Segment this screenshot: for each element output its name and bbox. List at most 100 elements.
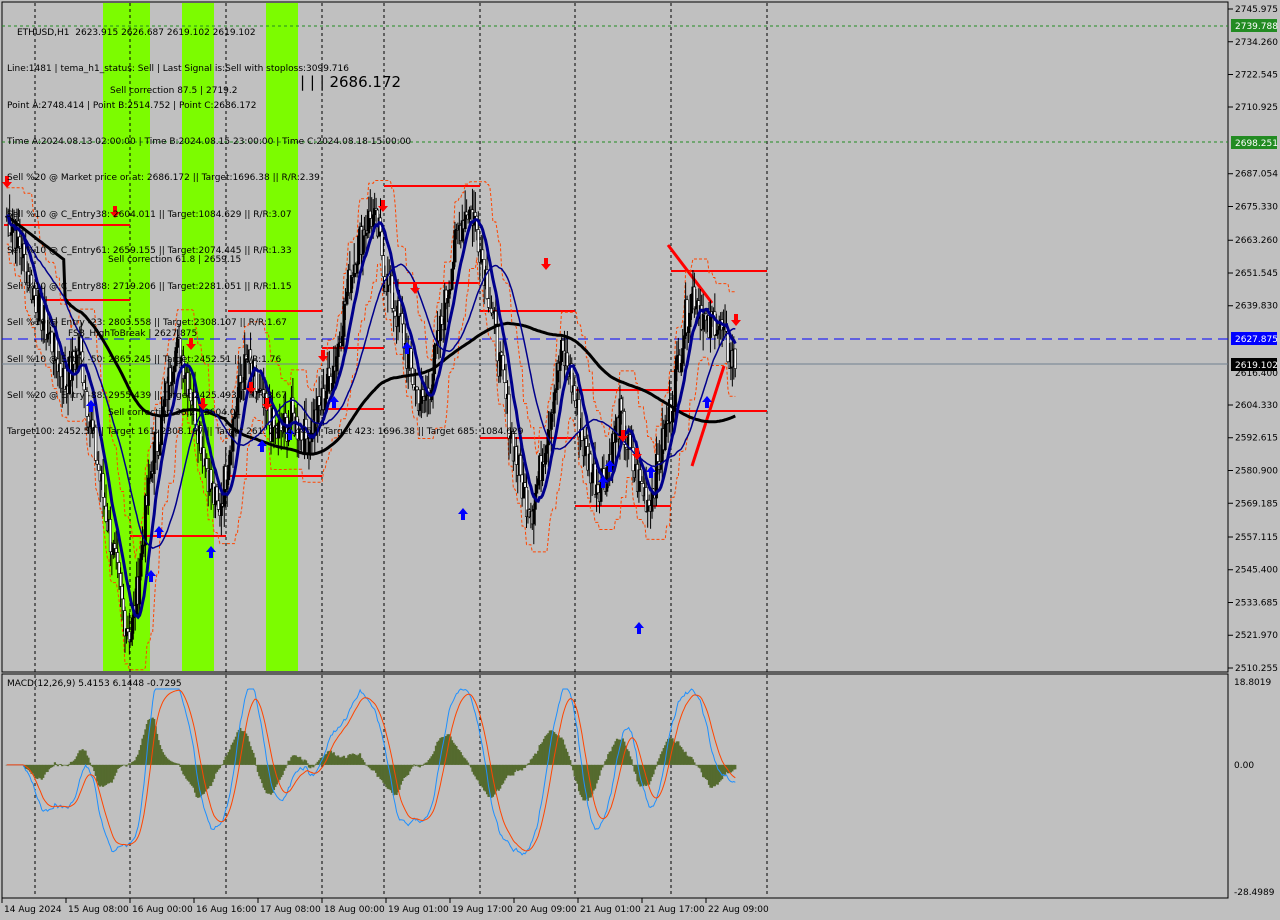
candle-body (722, 326, 726, 331)
candle-body (227, 464, 231, 481)
candle-body (558, 361, 562, 371)
price-tag-top-green: 2739.788 (1231, 19, 1278, 32)
price-label: 2745.975 (1235, 5, 1278, 15)
candle-body (205, 458, 209, 469)
price-tag-label: 2698.251 (1235, 139, 1278, 149)
price-label: 2687.054 (1235, 170, 1278, 180)
macd-bar (655, 764, 658, 767)
candle-body (532, 509, 536, 525)
macd-bar (466, 762, 470, 765)
macd-bar (693, 762, 696, 765)
candle-body (663, 423, 667, 450)
candle-body (689, 294, 693, 314)
candle-body (126, 628, 130, 633)
macd-bar (525, 764, 528, 766)
candle-body (541, 461, 545, 481)
candle-body (679, 362, 683, 373)
macd-bar (411, 764, 414, 767)
macd-title: MACD(12,26,9) 5.4153 6.1448 -0.7295 (7, 679, 182, 689)
macd-bar (313, 764, 316, 766)
time-label: 19 Aug 01:00 (388, 905, 449, 915)
info-line: Sell %10 @ Entry -23: 2803.558 || Target… (7, 318, 287, 329)
macd-bar (630, 759, 633, 765)
candle-body (573, 385, 577, 402)
candle-body (675, 355, 679, 370)
macd-bar (363, 762, 366, 765)
candle-body (113, 543, 117, 549)
time-label: 16 Aug 00:00 (132, 905, 193, 915)
price-label: 2639.830 (1235, 302, 1278, 312)
macd-bar (220, 764, 223, 766)
info-line: Line:1481 | tema_h1_status: Sell | Last … (7, 64, 349, 75)
time-label: 14 Aug 2024 (4, 905, 62, 915)
info-line: Sell %10 @ C_Entry88: 2719.206 || Target… (7, 282, 292, 293)
candle-body (535, 484, 539, 494)
candle-body (670, 411, 674, 423)
time-label: 16 Aug 16:00 (196, 905, 257, 915)
macd-bar (59, 763, 62, 765)
time-label: 17 Aug 08:00 (260, 905, 321, 915)
candle-body (647, 499, 651, 506)
macd-bar (421, 764, 424, 766)
candle-body (104, 505, 108, 522)
candle-body (692, 286, 696, 310)
candle-body (120, 586, 124, 600)
candle-body (225, 479, 229, 490)
candle-body (122, 598, 126, 611)
price-label: 2734.260 (1235, 38, 1278, 48)
price-label: 2533.685 (1235, 598, 1278, 608)
candle-body (97, 463, 101, 471)
candle-body (694, 306, 698, 310)
macd-bar (56, 764, 59, 767)
info-line: Sell %20 @ Market price or at: 2686.172 … (7, 173, 320, 184)
price-label: 2580.900 (1235, 466, 1278, 476)
candle-body (561, 340, 565, 352)
price-label: 2592.615 (1235, 434, 1278, 444)
candle-body (565, 352, 569, 367)
price-label: 2569.185 (1235, 499, 1278, 509)
candle-body (682, 335, 686, 349)
info-line: Sell %10 @ Entry -50: 2865.245 || Target… (7, 354, 282, 365)
candle-body (549, 412, 553, 430)
macd-histogram (5, 717, 737, 801)
time-label: 22 Aug 09:00 (708, 905, 769, 915)
macd-axis-bottom: -28.4989 (1234, 888, 1275, 898)
price-tag-mid-green: 2698.251 (1231, 136, 1278, 149)
candle-body (733, 348, 737, 369)
candle-body (717, 326, 721, 331)
candle-body (688, 312, 692, 328)
candle-body (116, 552, 120, 563)
candle-body (590, 472, 594, 484)
buy-arrow-icon (634, 622, 644, 634)
candle-body (726, 330, 730, 363)
candle-body (119, 573, 123, 587)
candle-body (216, 500, 220, 510)
candle-body (138, 576, 142, 605)
macd-bar (569, 760, 572, 765)
candle-body (228, 450, 232, 466)
candle-body (716, 329, 720, 335)
candle-body (584, 438, 588, 447)
price-label: 2710.925 (1235, 103, 1278, 113)
big-price-label: | | | 2686.172 (300, 73, 402, 91)
info-line: Sell %10 @ C_Entry38: 2604.011 || Target… (7, 209, 292, 220)
price-label: 2521.970 (1235, 631, 1278, 641)
candle-body (146, 477, 150, 506)
sell-arrow-icon (541, 258, 551, 270)
candle-body (129, 639, 133, 643)
candle-body (95, 459, 99, 465)
price-label: 2663.260 (1235, 236, 1278, 246)
time-label: 18 Aug 00:00 (324, 905, 385, 915)
info-line: Time A:2024.08.13 02:00:00 | Time B:2024… (7, 137, 412, 148)
candle-body (701, 313, 705, 330)
symbol-line: ETHUSD,H1 2623.915 2626.687 2619.102 261… (17, 28, 256, 39)
macd-bar (66, 764, 70, 767)
price-label: 2510.255 (1235, 664, 1278, 674)
macd-bar (306, 763, 309, 765)
candle-body (681, 348, 685, 364)
candle-body (554, 389, 558, 393)
candle-body (108, 519, 112, 553)
candle-body (656, 453, 660, 462)
candle-body (543, 453, 547, 465)
macd-bar (601, 764, 604, 768)
